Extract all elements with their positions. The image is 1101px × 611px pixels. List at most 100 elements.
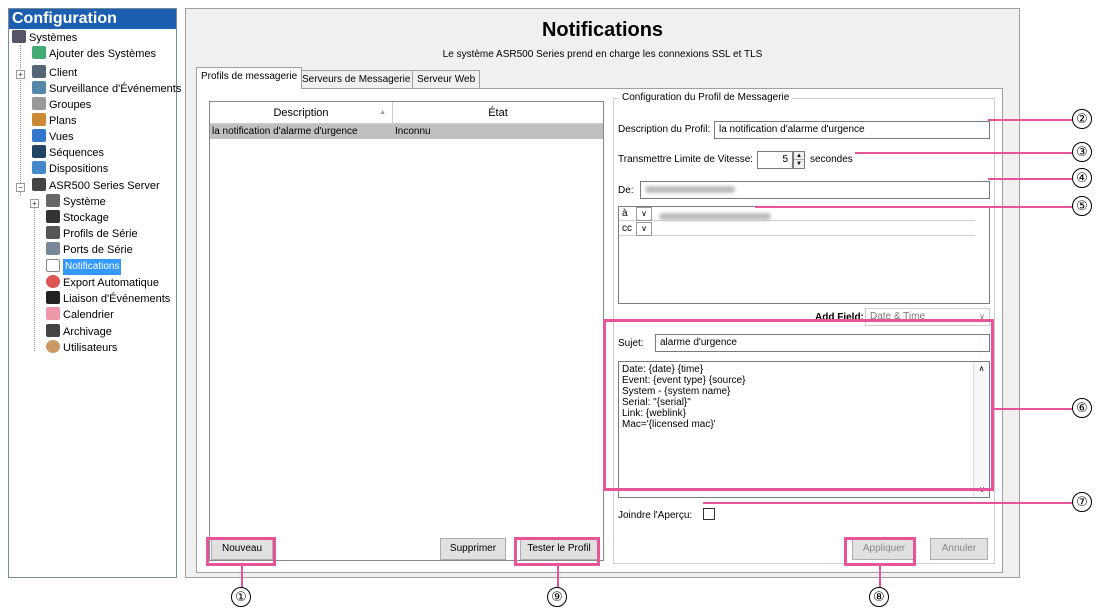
callout-8: ⑧ (869, 587, 889, 607)
cancel-button[interactable]: Annuler (930, 538, 988, 560)
tree-item-event-link[interactable]: Liaison d'Événements (46, 291, 170, 307)
recipients-grid[interactable]: à ∨ cc ∨ (618, 206, 990, 304)
spin-up-icon[interactable]: ▲ (794, 152, 804, 160)
serial-ports-icon (46, 242, 60, 255)
tree-item-auto-export[interactable]: Export Automatique (46, 275, 159, 291)
client-icon (32, 65, 46, 78)
auto-export-icon (46, 275, 60, 288)
chevron-down-icon[interactable]: ∨ (636, 207, 652, 221)
users-icon (46, 340, 60, 353)
tree-item-serial-profiles[interactable]: Profils de Série (46, 226, 138, 242)
tree-item-calendar[interactable]: Calendrier (46, 307, 114, 323)
event-link-icon (46, 291, 60, 304)
callout-9: ⑨ (547, 587, 567, 607)
views-icon (32, 129, 46, 142)
callout-1: ① (231, 587, 251, 607)
recipient-row-to[interactable]: à ∨ (619, 207, 975, 221)
message-body-text: Date: {date} {time} Event: {event type} … (622, 364, 746, 430)
profiles-table[interactable]: Description ▲ État la notification d'ala… (209, 101, 604, 561)
tree-item-system[interactable]: Système (46, 194, 106, 210)
tab-content: Description ▲ État la notification d'ala… (196, 88, 1003, 573)
serial-profiles-icon (46, 226, 60, 239)
spin-down-icon[interactable]: ▼ (794, 160, 804, 168)
new-button[interactable]: Nouveau (211, 538, 273, 560)
expand-system-icon[interactable]: + (30, 199, 39, 208)
tab-mail-servers[interactable]: Serveurs de Messagerie (297, 70, 416, 88)
delete-button[interactable]: Supprimer (440, 538, 506, 560)
storage-icon (46, 210, 60, 223)
archive-icon (46, 324, 60, 337)
system-icon (46, 194, 60, 207)
tree-item-storage[interactable]: Stockage (46, 210, 109, 226)
tree-item-serial-ports[interactable]: Ports de Série (46, 242, 133, 258)
tree-item-notifications[interactable]: Notifications (46, 259, 122, 275)
rate-limit-input[interactable]: 5 (757, 151, 793, 169)
from-label: De: (618, 185, 634, 196)
add-field-label: Add Field: (815, 312, 864, 323)
column-header-description[interactable]: Description ▲ (210, 102, 393, 124)
groups-icon (32, 97, 46, 110)
rate-limit-stepper[interactable]: ▲ ▼ (793, 151, 805, 169)
table-row[interactable]: la notification d'alarme d'urgence Incon… (210, 124, 603, 139)
tree-item-event-monitoring[interactable]: Surveillance d'Événements (32, 81, 181, 97)
subject-label: Sujet: (618, 338, 644, 349)
tree-item-groups[interactable]: Groupes (32, 97, 91, 113)
tab-web-server[interactable]: Serveur Web (412, 70, 481, 88)
tree-item-plans[interactable]: Plans (32, 113, 77, 129)
callout-2: ② (1072, 109, 1092, 129)
profile-config-title: Configuration du Profil de Messagerie (619, 92, 793, 103)
layouts-icon (32, 161, 46, 174)
calendar-icon (46, 307, 60, 320)
attach-preview-label: Joindre l'Aperçu: (618, 510, 693, 521)
tree-item-client[interactable]: Client (32, 65, 77, 81)
tree-item-systems[interactable]: Systèmes (12, 30, 77, 46)
sort-ascending-icon: ▲ (379, 109, 386, 116)
event-monitor-icon (32, 81, 46, 94)
callout-3: ③ (1072, 142, 1092, 162)
apply-button[interactable]: Appliquer (852, 538, 916, 560)
subject-field[interactable]: alarme d'urgence (655, 334, 990, 352)
callout-5: ⑤ (1072, 196, 1092, 216)
systems-icon (12, 30, 26, 43)
scroll-down-icon[interactable]: ∨ (974, 483, 990, 497)
plans-icon (32, 113, 46, 126)
rate-unit-label: secondes (810, 154, 853, 165)
server-icon (32, 178, 46, 191)
config-tree-panel: Configuration Systèmes Ajouter des Systè… (8, 8, 181, 578)
page-subtitle: Le système ASR500 Series prend en charge… (442, 49, 763, 60)
tree-item-sequences[interactable]: Séquences (32, 145, 104, 161)
expand-client-icon[interactable]: + (16, 70, 25, 79)
config-header: Configuration (9, 9, 176, 29)
tree-item-views[interactable]: Vues (32, 129, 74, 145)
attach-preview-checkbox[interactable] (703, 508, 715, 520)
callout-4: ④ (1072, 168, 1092, 188)
tree-item-layouts[interactable]: Dispositions (32, 161, 108, 177)
profile-description-field[interactable]: la notification d'alarme d'urgence (714, 121, 990, 139)
tree-item-add-systems[interactable]: Ajouter des Systèmes (32, 46, 156, 62)
envelope-icon (46, 259, 60, 272)
callout-7: ⑦ (1072, 492, 1092, 512)
table-cell-description: la notification d'alarme d'urgence (212, 126, 358, 137)
notifications-window: Notifications Le système ASR500 Series p… (185, 8, 1020, 578)
test-profile-button[interactable]: Tester le Profil (520, 538, 598, 560)
page-title: Notifications (541, 19, 664, 41)
tree-item-users[interactable]: Utilisateurs (46, 340, 117, 356)
from-address-field[interactable] (640, 181, 990, 199)
tree-item-archive[interactable]: Archivage (46, 324, 112, 340)
tab-mail-profiles[interactable]: Profils de messagerie (196, 67, 303, 89)
tree-item-server[interactable]: ASR500 Series Server (32, 178, 160, 194)
add-system-icon (32, 46, 46, 59)
rate-limit-label: Transmettre Limite de Vitesse: (618, 154, 754, 165)
chevron-down-icon[interactable]: ∨ (636, 222, 652, 236)
body-scrollbar[interactable]: ∧ ∨ (973, 362, 989, 497)
sequences-icon (32, 145, 46, 158)
column-header-state[interactable]: État (393, 102, 603, 124)
recipient-row-cc[interactable]: cc ∨ (619, 222, 975, 236)
add-field-select[interactable]: Date & Time ∨ (865, 308, 990, 326)
callout-6: ⑥ (1072, 398, 1092, 418)
table-cell-state: Inconnu (395, 126, 431, 137)
profile-description-label: Description du Profil: (618, 124, 711, 135)
scroll-up-icon[interactable]: ∧ (974, 362, 989, 376)
expand-server-icon[interactable]: − (16, 183, 25, 192)
message-body-textarea[interactable]: Date: {date} {time} Event: {event type} … (618, 361, 990, 498)
